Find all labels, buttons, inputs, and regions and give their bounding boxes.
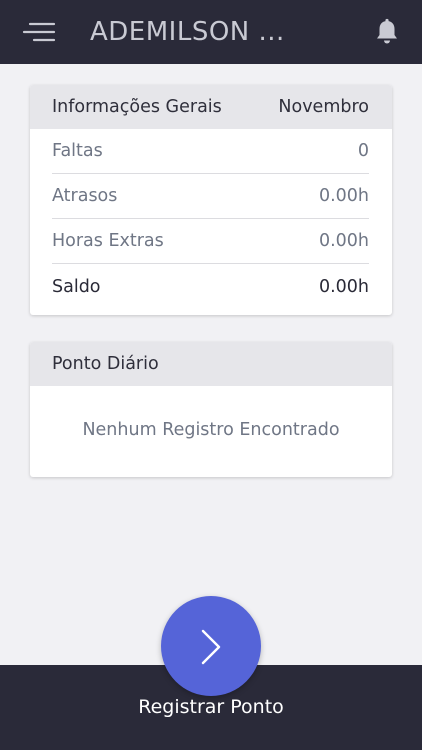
menu-button[interactable]	[22, 18, 58, 46]
menu-icon	[22, 22, 56, 42]
empty-state-message: Nenhum Registro Encontrado	[82, 420, 340, 440]
general-info-header: Informações Gerais Novembro	[30, 85, 392, 129]
top-bar: ADEMILSON ...	[0, 0, 422, 64]
info-row-delays: Atrasos 0.00h	[52, 174, 369, 219]
general-info-card: Informações Gerais Novembro Faltas 0 Atr…	[30, 85, 392, 315]
info-row-label: Faltas	[52, 141, 103, 161]
register-punch-fab[interactable]	[161, 596, 261, 696]
info-row-value: 0.00h	[318, 186, 369, 206]
daily-punch-card: Ponto Diário Nenhum Registro Encontrado	[30, 342, 392, 477]
month-label: Novembro	[278, 97, 369, 117]
info-row-label: Horas Extras	[52, 231, 164, 251]
daily-punch-header: Ponto Diário	[30, 342, 392, 386]
app-screen: ADEMILSON ... Informações Gerais Novembr…	[0, 0, 422, 750]
page-title: ADEMILSON ...	[90, 17, 285, 47]
notifications-button[interactable]	[374, 18, 400, 46]
info-row-value: 0	[357, 141, 369, 161]
general-info-title: Informações Gerais	[52, 97, 222, 117]
info-row-value: 0.00h	[318, 231, 369, 251]
info-row-absences: Faltas 0	[52, 129, 369, 174]
info-row-label: Atrasos	[52, 186, 118, 206]
register-punch-button[interactable]: Registrar Ponto	[0, 696, 422, 718]
bell-icon	[377, 18, 397, 44]
info-row-overtime: Horas Extras 0.00h	[52, 219, 369, 264]
info-row-label: Saldo	[52, 276, 101, 297]
daily-punch-title: Ponto Diário	[52, 354, 159, 374]
chevron-right-icon	[201, 629, 221, 665]
info-row-balance: Saldo 0.00h	[52, 264, 369, 309]
info-row-value: 0.00h	[318, 276, 369, 297]
